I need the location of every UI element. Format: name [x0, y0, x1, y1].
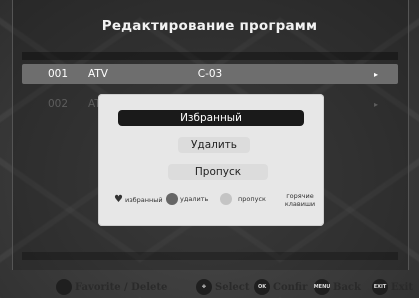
- legend-skip: пропуск: [220, 193, 266, 205]
- color-button-icon: [56, 279, 72, 295]
- footer-confirm: OK Confir: [254, 279, 307, 295]
- footer-select-label: Select: [215, 281, 250, 293]
- skip-dot-icon: [220, 193, 232, 205]
- legend-favorite: ♥ избранный: [114, 195, 163, 205]
- footer-hint-bar: Favorite / Delete ✥ Select OK Confir MEN…: [0, 276, 419, 298]
- legend: ♥ избранный удалить пропуск горячие клав…: [98, 188, 324, 212]
- channel-row-selected[interactable]: 001 ATV C-03 ▸: [22, 64, 398, 84]
- navigation-pad-icon: ✥: [196, 279, 212, 295]
- ok-button-icon: OK: [254, 279, 270, 295]
- footer-confirm-label: Confir: [273, 281, 308, 293]
- legend-hotkeys-label: горячие клавиши: [284, 192, 316, 208]
- footer-back-label: Back: [333, 281, 361, 293]
- delete-option[interactable]: Удалить: [178, 137, 250, 153]
- list-header-bar: [22, 52, 398, 60]
- footer-exit: EXIT Exit: [372, 279, 413, 295]
- footer-select: ✥ Select: [196, 279, 249, 295]
- footer-exit-label: Exit: [391, 281, 414, 293]
- delete-dot-icon: [166, 193, 178, 205]
- edit-dialog: Избранный Удалить Пропуск ♥ избранный уд…: [98, 94, 324, 226]
- page-title: Редактирование программ: [101, 18, 318, 34]
- arrow-right-icon: ▸: [373, 69, 378, 79]
- legend-hotkeys: горячие клавиши: [282, 192, 318, 208]
- list-bottom-bar: [22, 252, 398, 260]
- footer-favorite-delete: Favorite / Delete: [56, 279, 167, 295]
- legend-delete-label: удалить: [180, 195, 209, 203]
- heart-icon: ♥: [114, 194, 123, 205]
- menu-button-icon: MENU: [314, 279, 330, 295]
- exit-button-icon: EXIT: [372, 279, 388, 295]
- legend-favorite-label: избранный: [124, 196, 163, 204]
- legend-skip-label: пропуск: [238, 195, 266, 203]
- channel-number: 002: [48, 98, 69, 110]
- channel-name: C-03: [197, 68, 223, 80]
- footer-back: MENU Back: [314, 279, 361, 295]
- footer-favorite-delete-label: Favorite / Delete: [75, 281, 168, 293]
- skip-option[interactable]: Пропуск: [168, 164, 268, 180]
- arrow-right-icon: ▸: [373, 99, 378, 109]
- favorite-option[interactable]: Избранный: [118, 110, 304, 126]
- legend-delete: удалить: [166, 193, 208, 205]
